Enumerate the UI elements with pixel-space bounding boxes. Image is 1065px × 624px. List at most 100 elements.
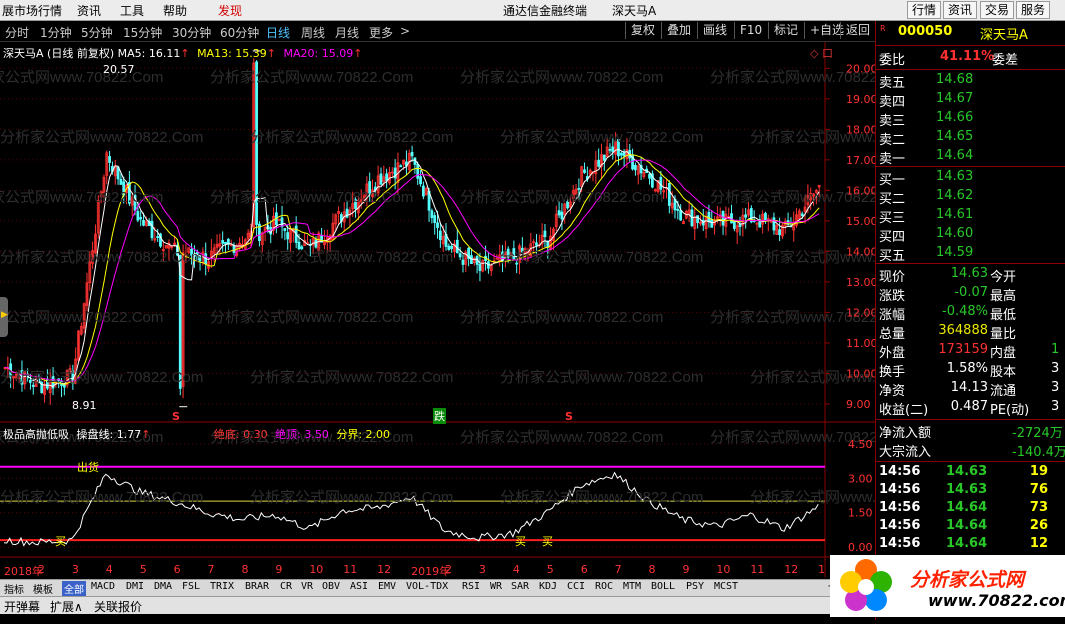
tab-emv[interactable]: EMV [378,581,396,592]
period-intraday[interactable]: 分时 [5,24,29,41]
period-15min[interactable]: 15分钟 [123,24,162,41]
candle-body [430,210,434,218]
stat-value-2: 1 [1051,342,1060,357]
logo-title: 分析家公式网 [910,569,1025,591]
tab-vr[interactable]: VR [301,581,313,592]
period-30min[interactable]: 30分钟 [172,24,211,41]
watermark-text: 分析家公式网www.70822.Com [0,189,163,206]
toolbar-mark[interactable]: 标记 [768,22,798,39]
toolbar-restore-rights[interactable]: 复权 [625,22,655,39]
candle-body [560,211,564,220]
toolbar-overlay[interactable]: 叠加 [661,22,691,39]
signal-s2: S [565,410,573,423]
time-label: 2 [445,563,452,576]
candle-body [116,166,120,180]
tab-dma[interactable]: DMA [154,581,172,592]
watermark-text: 分析家公式网www.70822.Com [500,489,703,506]
period-more[interactable]: 更多 [369,24,393,41]
toggle-danmaku[interactable]: 开弹幕 [4,598,40,615]
candle-body [667,182,671,206]
kline-chart-svg[interactable]: 分析家公式网www.70822.Com 分析家公式网www.70822.Com 分析… [0,42,875,579]
tab-mtm[interactable]: MTM [623,581,641,592]
tick-volume: 76 [1029,482,1048,497]
tab-boll[interactable]: BOLL [651,581,675,592]
menu-help[interactable]: 帮助 [163,2,187,19]
stat-label: 总量 [879,327,906,342]
time-label: 10 [309,563,324,576]
candle-body [557,210,561,216]
more-arrow-icon[interactable]: > [400,24,410,38]
legend-ma13: MA13: 15.39 [197,47,267,60]
tab-asi[interactable]: ASI [350,581,368,592]
toolbar-back[interactable]: 返回 [840,22,870,39]
menu-market[interactable]: 展市场行情 [2,2,62,19]
watermark-text: 分析家公式网www.70822.Com [460,69,663,86]
sell-label: 卖四 [879,95,906,110]
candle-body [119,178,123,185]
tab-macd[interactable]: MACD [91,581,115,592]
period-60min[interactable]: 60分钟 [220,24,259,41]
candle-body [150,220,154,239]
candle-body [622,151,626,157]
indicator-legend: 极品高抛低吸 操盘线: 1.77↑ 绝底: 0.30 绝顶: 3.50 分界: … [3,426,390,442]
tab-vol-tdx[interactable]: VOL-TDX [406,581,448,592]
candle-body [535,242,538,246]
period-weekly[interactable]: 周线 [301,24,325,41]
expand-arrow-icon[interactable]: ▶ [1,310,8,320]
tab-模板[interactable]: 模板 [33,581,53,596]
tab-obv[interactable]: OBV [322,581,340,592]
tab-cr[interactable]: CR [280,581,292,592]
top-button-trade[interactable]: 交易 [980,1,1014,19]
tab-brar[interactable]: BRAR [245,581,269,592]
indicator-pan: 操盘线: 1.77 [76,428,142,441]
indicator-tick-label: 1.50 [848,507,873,520]
chart-area[interactable]: 分析家公式网www.70822.Com 分析家公式网www.70822.Com 分析… [0,42,875,620]
tab-psy[interactable]: PSY [686,581,704,592]
expand-panel[interactable]: 扩展∧ [50,598,83,615]
top-button-quote[interactable]: 行情 [907,1,941,19]
tab-roc[interactable]: ROC [595,581,613,592]
ma13-up-arrow-icon: ↑ [266,47,276,60]
tick-row: 14:56 14.64 73 [876,500,1065,518]
tab-mcst[interactable]: MCST [714,581,738,592]
menu-bar: 展市场行情 资讯 工具 帮助 发现 通达信金融终端 深天马A 行情 资讯 交易 … [0,0,1065,21]
time-label: 12 [784,563,799,576]
candle-body [156,236,160,239]
side-panel-toggle[interactable]: ▶ [0,297,8,337]
toolbar-draw-line[interactable]: 画线 [697,22,727,39]
tab-fsl[interactable]: FSL [182,581,200,592]
candle-body [314,239,318,248]
toolbar-f10[interactable]: F10 [734,22,762,39]
tab-dmi[interactable]: DMI [126,581,144,592]
related-quote[interactable]: 关联报价 [94,598,142,615]
tab-trix[interactable]: TRIX [210,581,234,592]
top-button-service[interactable]: 服务 [1016,1,1050,19]
weicha-label: 委差 [992,53,1019,68]
period-monthly[interactable]: 月线 [335,24,359,41]
flow-row: 大宗流入 -140.4万 [876,441,1065,460]
menu-news[interactable]: 资讯 [77,2,101,19]
annotation-buy1: 买 [55,535,66,548]
tab-指标[interactable]: 指标 [4,581,24,596]
period-1min[interactable]: 1分钟 [40,24,72,41]
indicator-jd: 绝底: 0.30 [213,428,268,441]
menu-tools[interactable]: 工具 [120,2,144,19]
stat-label-2: PE(动) [990,403,1030,418]
period-5min[interactable]: 5分钟 [81,24,113,41]
tab-全部[interactable]: 全部 [62,581,86,596]
tab-wr[interactable]: WR [490,581,502,592]
time-label: 12 [377,563,392,576]
tab-sar[interactable]: SAR [511,581,529,592]
chart-corner-icons[interactable]: ◇ 口 [810,45,833,61]
period-daily[interactable]: 日线 [266,24,290,41]
tab-rsi[interactable]: RSI [462,581,480,592]
menu-discover[interactable]: 发现 [218,2,242,19]
stat-label-2: 股本 [990,365,1017,380]
tab-kdj[interactable]: KDJ [539,581,557,592]
toolbar-add-favorite[interactable]: +自选 [804,22,844,39]
stat-value-2: 3 [1051,361,1060,376]
candle-body [676,208,680,211]
top-button-news[interactable]: 资讯 [943,1,977,19]
stock-code: 000050 [898,24,953,39]
tab-cci[interactable]: CCI [567,581,585,592]
